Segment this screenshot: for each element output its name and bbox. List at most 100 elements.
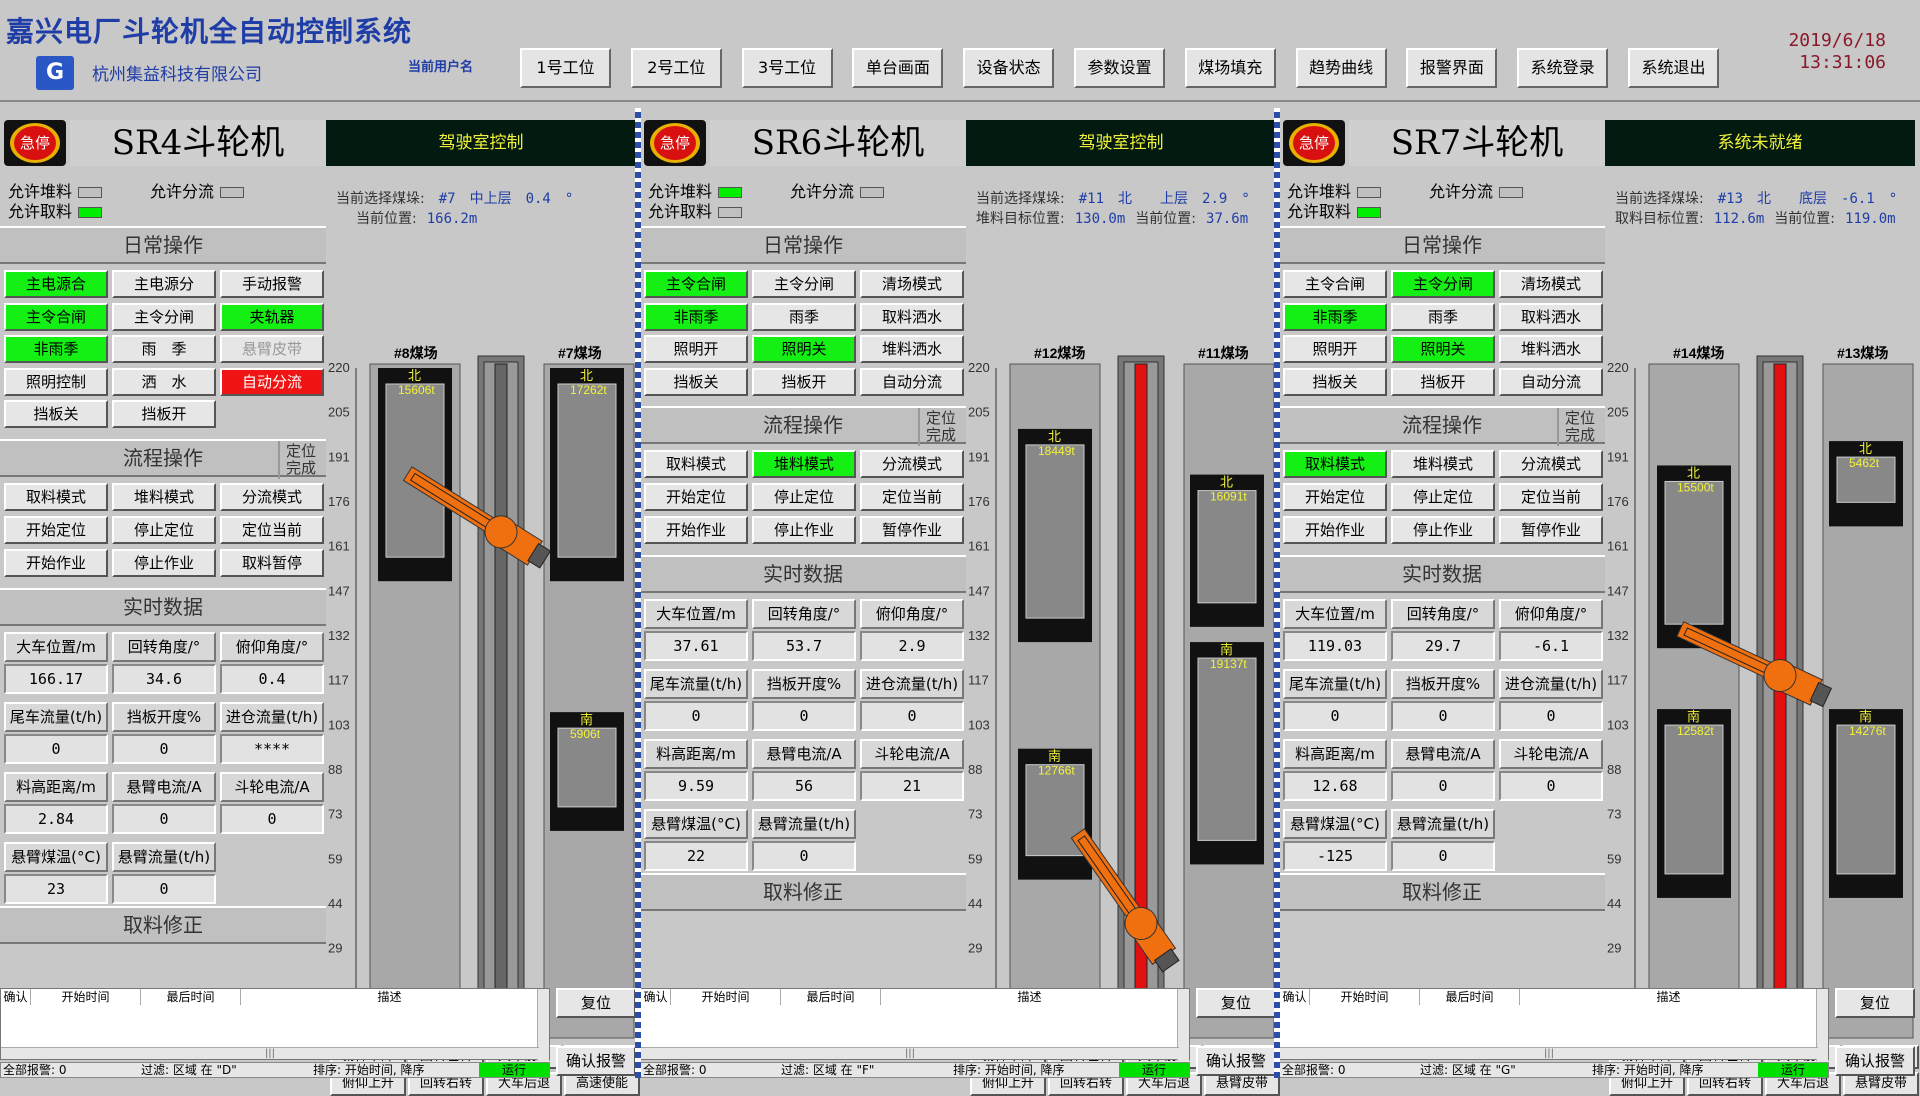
flow-op-button[interactable]: 定位当前 [220,515,324,544]
reset-button[interactable]: 复位 [556,988,636,1018]
flow-op-button[interactable]: 分流模式 [860,450,964,478]
alarm-list[interactable]: 确认 开始时间 最后时间 描述 ||| [640,988,1190,1061]
alarm-column-header[interactable]: 开始时间 [1310,989,1420,1005]
flow-op-button[interactable]: 取料暂停 [220,548,324,577]
daily-op-button[interactable]: 取料洒水 [860,302,964,331]
reclaim-correction-button[interactable]: 取料修正 [640,873,966,911]
flow-op-button[interactable]: 开始作业 [644,516,748,544]
reclaim-correction-button[interactable]: 取料修正 [0,905,326,944]
flow-op-button[interactable]: 暂停作业 [1499,516,1603,544]
daily-op-button[interactable]: 悬臂皮带 [220,335,324,363]
flow-op-button[interactable]: 取料模式 [4,482,108,511]
flow-op-button[interactable]: 定位当前 [860,483,964,511]
nav-button[interactable]: 煤场填充 [1184,48,1276,88]
alarm-column-header[interactable]: 确认 [1280,989,1310,1005]
alarm-column-header[interactable]: 描述 [1520,989,1818,1005]
acknowledge-alarm-button[interactable]: 确认报警 [1196,1046,1276,1076]
nav-button[interactable]: 3号工位 [741,48,833,88]
nav-button[interactable]: 报警界面 [1406,48,1498,88]
nav-button[interactable]: 系统登录 [1517,48,1609,88]
daily-op-button[interactable]: 主电源合 [4,270,108,298]
flow-op-button[interactable]: 堆料模式 [752,450,856,478]
alarm-horizontal-scrollbar[interactable]: ||| [1,1047,539,1059]
daily-op-button[interactable]: 主令合闸 [644,270,748,298]
daily-op-button[interactable]: 照明控制 [4,367,108,396]
daily-op-button[interactable]: 自动分流 [220,367,324,396]
daily-op-button[interactable]: 挡板开 [1391,367,1495,396]
emergency-stop-button[interactable]: 急停 [644,120,706,166]
reclaim-correction-button[interactable]: 取料修正 [1279,873,1605,911]
daily-op-button[interactable]: 雨季 [752,302,856,331]
daily-op-button[interactable]: 主令合闸 [1283,270,1387,298]
alarm-column-header[interactable]: 最后时间 [781,989,881,1005]
reset-button[interactable]: 复位 [1835,988,1915,1018]
daily-op-button[interactable]: 主令分闸 [112,302,216,331]
alarm-list[interactable]: 确认 开始时间 最后时间 描述 ||| [1279,988,1829,1061]
daily-op-button[interactable]: 挡板关 [644,367,748,396]
daily-op-button[interactable]: 挡板开 [112,400,216,428]
flow-op-button[interactable]: 停止定位 [752,483,856,511]
flow-op-button[interactable]: 分流模式 [1499,450,1603,478]
flow-op-button[interactable]: 堆料模式 [1391,450,1495,478]
alarm-list[interactable]: 确认 开始时间 最后时间 描述 ||| [0,988,550,1061]
flow-op-button[interactable]: 取料模式 [1283,450,1387,478]
flow-op-button[interactable]: 分流模式 [220,482,324,511]
alarm-column-header[interactable]: 确认 [1,989,31,1005]
daily-op-button[interactable]: 非雨季 [4,335,108,363]
daily-op-button[interactable]: 清场模式 [860,270,964,298]
flow-op-button[interactable]: 停止定位 [1391,483,1495,511]
flow-op-button[interactable]: 停止作业 [752,516,856,544]
emergency-stop-button[interactable]: 急停 [4,120,66,166]
flow-op-button[interactable]: 定位当前 [1499,483,1603,511]
flow-op-button[interactable]: 停止定位 [112,515,216,544]
daily-op-button[interactable]: 堆料洒水 [860,335,964,363]
flow-op-button[interactable]: 开始定位 [4,515,108,544]
flow-op-button[interactable]: 堆料模式 [112,482,216,511]
daily-op-button[interactable]: 夹轨器 [220,302,324,331]
daily-op-button[interactable]: 手动报警 [220,270,324,298]
alarm-column-header[interactable]: 最后时间 [141,989,241,1005]
alarm-horizontal-scrollbar[interactable]: ||| [641,1047,1179,1059]
alarm-column-header[interactable]: 描述 [881,989,1179,1005]
daily-op-button[interactable]: 清场模式 [1499,270,1603,298]
alarm-column-header[interactable]: 确认 [641,989,671,1005]
daily-op-button[interactable]: 堆料洒水 [1499,335,1603,363]
nav-button[interactable]: 2号工位 [630,48,722,88]
daily-op-button[interactable]: 非雨季 [644,302,748,331]
daily-op-button[interactable]: 主电源分 [112,270,216,298]
daily-op-button[interactable]: 主令分闸 [752,270,856,298]
flow-op-button[interactable]: 暂停作业 [860,516,964,544]
emergency-stop-button[interactable]: 急停 [1283,120,1345,166]
daily-op-button[interactable]: 挡板关 [1283,367,1387,396]
daily-op-button[interactable]: 主令合闸 [4,302,108,331]
nav-button[interactable]: 设备状态 [963,48,1055,88]
alarm-column-header[interactable]: 开始时间 [31,989,141,1005]
daily-op-button[interactable]: 雨 季 [112,335,216,363]
daily-op-button[interactable]: 挡板关 [4,400,108,428]
alarm-horizontal-scrollbar[interactable]: ||| [1280,1047,1818,1059]
alarm-column-header[interactable]: 最后时间 [1420,989,1520,1005]
acknowledge-alarm-button[interactable]: 确认报警 [1835,1046,1915,1076]
reset-button[interactable]: 复位 [1196,988,1276,1018]
flow-op-button[interactable]: 开始定位 [644,483,748,511]
nav-button[interactable]: 趋势曲线 [1295,48,1387,88]
acknowledge-alarm-button[interactable]: 确认报警 [556,1046,636,1076]
daily-op-button[interactable]: 非雨季 [1283,302,1387,331]
nav-button[interactable]: 系统退出 [1628,48,1719,88]
daily-op-button[interactable]: 洒 水 [112,367,216,396]
daily-op-button[interactable]: 照明开 [1283,335,1387,363]
nav-button[interactable]: 单台画面 [852,48,944,88]
daily-op-button[interactable]: 雨季 [1391,302,1495,331]
alarm-column-header[interactable]: 开始时间 [671,989,781,1005]
daily-op-button[interactable]: 主令分闸 [1391,270,1495,298]
daily-op-button[interactable]: 挡板开 [752,367,856,396]
daily-op-button[interactable]: 照明关 [1391,335,1495,363]
flow-op-button[interactable]: 开始作业 [4,548,108,577]
flow-op-button[interactable]: 取料模式 [644,450,748,478]
nav-button[interactable]: 参数设置 [1074,48,1165,88]
flow-op-button[interactable]: 停止作业 [1391,516,1495,544]
daily-op-button[interactable]: 照明关 [752,335,856,363]
nav-button[interactable]: 1号工位 [520,48,611,88]
flow-op-button[interactable]: 停止作业 [112,548,216,577]
flow-op-button[interactable]: 开始作业 [1283,516,1387,544]
